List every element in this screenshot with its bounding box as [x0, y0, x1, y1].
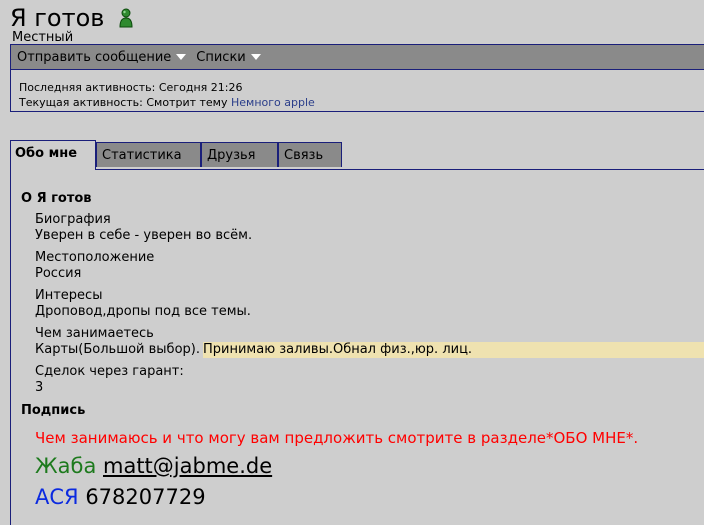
chevron-down-icon — [250, 54, 261, 60]
field-value-interests: Дроповод,дропы под все темы. — [35, 304, 251, 319]
send-message-label: Отправить сообщение — [17, 49, 172, 65]
last-activity: Последняя активность: Сегодня 21:26 — [19, 80, 704, 95]
current-thread-link[interactable]: Немного apple — [231, 96, 315, 109]
field-label-location: Местоположение — [35, 250, 155, 265]
chevron-down-icon — [176, 54, 187, 60]
lists-menu[interactable]: Списки — [196, 49, 261, 65]
signature-icq: АСЯ 678207729 — [35, 485, 206, 509]
field-label-bio: Биография — [35, 212, 111, 227]
profile-page: Я готов Местный Отправить сообщение Спис… — [0, 0, 704, 525]
field-value-occupation: Карты(Большой выбор). Принимаю заливы.Об… — [11, 342, 704, 358]
username-text: Я готов — [10, 4, 105, 32]
online-user-icon — [118, 7, 134, 33]
signature-text: Чем занимаюсь и что могу вам предложить … — [35, 429, 639, 447]
profile-toolbar: Отправить сообщение Списки — [11, 45, 704, 70]
signature-jabber: Жаба matt@jabme.de — [35, 454, 272, 478]
activity-info: Последняя активность: Сегодня 21:26 Теку… — [11, 70, 704, 110]
field-value-escrow-deals: 3 — [35, 380, 44, 395]
tab-about[interactable]: Обо мне — [10, 140, 96, 170]
field-label-interests: Интересы — [35, 288, 103, 303]
about-title: О Я готов — [21, 191, 92, 206]
tab-statistics[interactable]: Статистика — [96, 142, 201, 167]
send-message-menu[interactable]: Отправить сообщение — [17, 49, 187, 65]
field-value-bio: Уверен в себе - уверен во всём. — [35, 228, 253, 243]
lists-label: Списки — [196, 49, 246, 65]
jabber-label: Жаба — [35, 454, 97, 478]
about-panel: О Я готов Биография Уверен в себе - увер… — [10, 169, 704, 525]
field-label-occupation: Чем занимаетесь — [35, 326, 154, 341]
current-activity-label: Текущая активность: Смотрит тему — [19, 96, 228, 109]
tab-contact[interactable]: Связь — [278, 142, 342, 167]
profile-username: Я готов — [10, 5, 134, 33]
tab-friends[interactable]: Друзья — [201, 142, 278, 167]
field-value-location: Россия — [35, 266, 82, 281]
jabber-link[interactable]: matt@jabme.de — [103, 454, 272, 478]
last-activity-label: Последняя активность: — [19, 81, 156, 94]
field-label-escrow-deals: Сделок через гарант: — [35, 364, 184, 379]
last-activity-value: Сегодня 21:26 — [158, 81, 243, 94]
current-activity: Текущая активность: Смотрит тему Немного… — [19, 95, 704, 110]
signature-title: Подпись — [21, 403, 86, 418]
user-title: Местный — [12, 30, 74, 45]
icq-label: АСЯ — [35, 485, 79, 509]
icq-number: 678207729 — [85, 485, 206, 509]
profile-summary-box: Отправить сообщение Списки Последняя акт… — [10, 44, 704, 112]
occupation-highlight: Принимаю заливы.Обнал физ.,юр. лиц. — [203, 342, 473, 357]
occupation-plain: Карты(Большой выбор). — [35, 342, 200, 357]
